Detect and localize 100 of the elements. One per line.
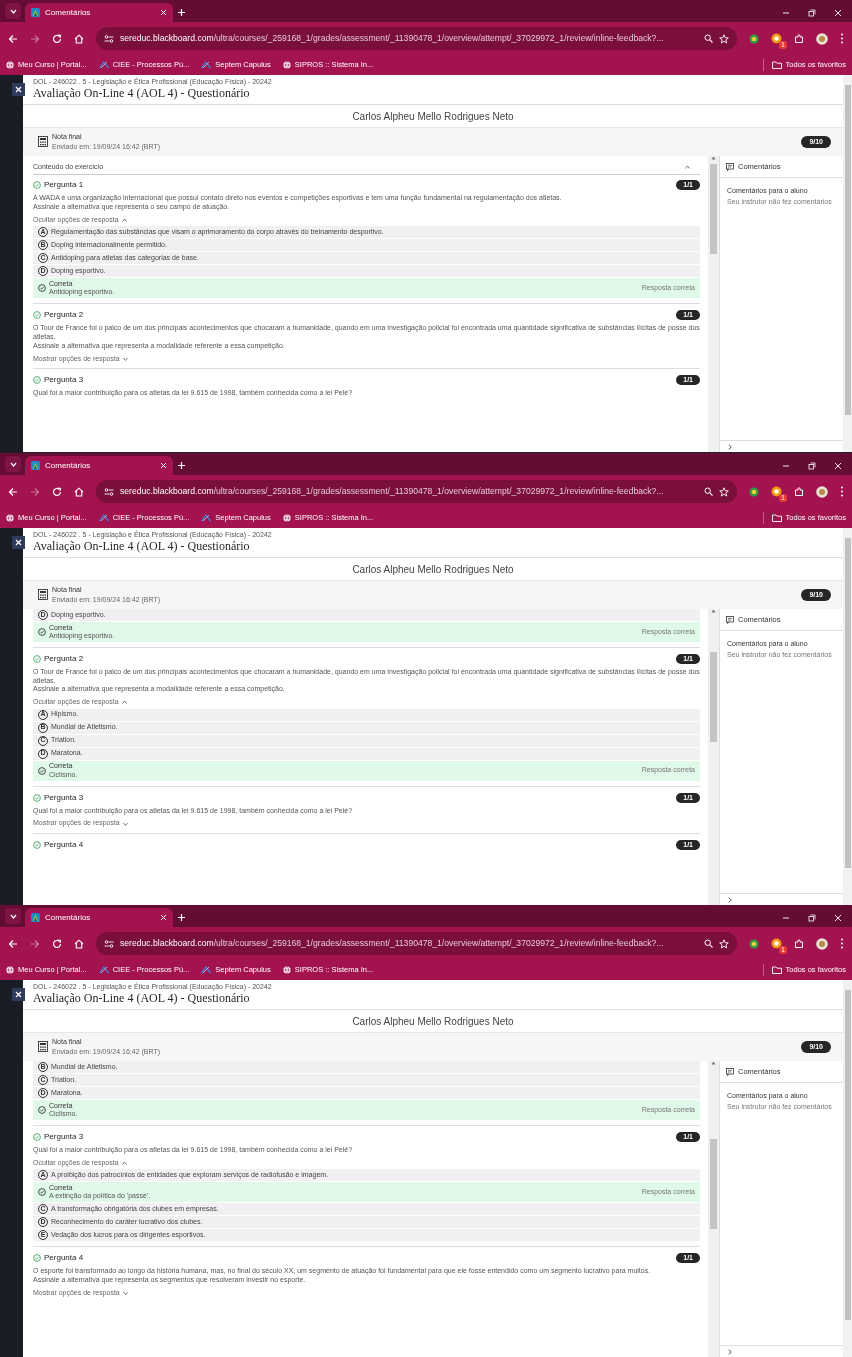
scroll-thumb[interactable] xyxy=(710,164,717,254)
tab-search-button[interactable] xyxy=(5,908,21,924)
globe-icon xyxy=(6,966,14,974)
star-icon[interactable] xyxy=(719,486,729,497)
extension-icon[interactable] xyxy=(749,486,759,497)
minimize-button[interactable] xyxy=(782,462,790,470)
back-button[interactable] xyxy=(8,938,18,949)
calculator-icon xyxy=(38,1041,48,1053)
close-icon xyxy=(15,991,22,998)
extensions-button[interactable] xyxy=(794,486,804,497)
back-button[interactable] xyxy=(8,486,18,497)
site-favicon xyxy=(31,461,40,470)
extension-icon[interactable] xyxy=(749,938,759,949)
tab-search-button[interactable] xyxy=(5,456,21,472)
new-tab-button[interactable] xyxy=(177,8,186,17)
collapse-button[interactable] xyxy=(685,165,690,170)
expand-button[interactable] xyxy=(728,443,732,450)
scrollbar[interactable] xyxy=(843,75,852,452)
question-title: Pergunta 3 xyxy=(44,791,84,804)
home-button[interactable] xyxy=(74,938,84,949)
restore-button[interactable] xyxy=(808,9,816,17)
scrollbar[interactable] xyxy=(843,528,852,905)
question-title: Pergunta 3 xyxy=(44,374,84,386)
comment-icon xyxy=(726,1067,734,1076)
scroll-thumb[interactable] xyxy=(844,85,851,415)
address-bar[interactable]: sereduc.blackboard.com/ultra/courses/_259168_1/grades/assessment/_11390478_1/overview/attempt/_37029972_1/review/inline-feedback?... xyxy=(96,932,737,955)
page-title: Avaliação On-Line 4 (AOL 4) - Questionário xyxy=(33,539,251,555)
zoom-icon[interactable] xyxy=(704,34,713,43)
folder-icon xyxy=(771,61,782,69)
extension-icon[interactable] xyxy=(771,486,782,497)
close-window-button[interactable] xyxy=(834,462,842,470)
close-window-button[interactable] xyxy=(834,9,842,17)
menu-button[interactable] xyxy=(840,938,844,949)
close-tab-button[interactable] xyxy=(160,914,167,921)
logo-icon xyxy=(98,966,109,974)
site-settings-icon[interactable] xyxy=(104,487,114,496)
address-bar[interactable]: sereduc.blackboard.com/ultra/courses/_259168_1/grades/assessment/_11390478_1/overview/attempt/_37029972_1/review/inline-feedback?... xyxy=(96,480,737,503)
new-tab-button[interactable] xyxy=(177,913,186,922)
menu-button[interactable] xyxy=(840,33,844,44)
close-button[interactable] xyxy=(12,83,25,96)
caret-icon xyxy=(9,913,17,919)
address-bar[interactable]: sereduc.blackboard.com/ultra/courses/_259168_1/grades/assessment/_11390478_1/overview/attempt/_37029972_1/review/inline-feedback?... xyxy=(96,27,737,50)
extension-icon[interactable] xyxy=(771,938,782,949)
scroll-thumb[interactable] xyxy=(710,652,717,742)
check-circle-icon xyxy=(38,628,46,636)
globe-icon xyxy=(282,514,291,522)
logo-icon xyxy=(98,61,109,69)
scrollbar[interactable] xyxy=(708,1061,719,1357)
restore-button[interactable] xyxy=(808,462,816,470)
expand-button[interactable] xyxy=(728,896,732,903)
close-window-button[interactable] xyxy=(834,914,842,922)
close-icon xyxy=(15,539,22,546)
profile-avatar[interactable] xyxy=(816,32,828,45)
extension-icon[interactable] xyxy=(749,33,759,44)
profile-avatar[interactable] xyxy=(816,485,828,498)
comment-icon xyxy=(726,615,734,624)
reload-button[interactable] xyxy=(52,938,62,949)
star-icon[interactable] xyxy=(719,33,729,44)
logo-icon xyxy=(201,514,212,522)
browser-tab[interactable]: Comentários xyxy=(25,456,173,475)
profile-avatar[interactable] xyxy=(816,937,828,950)
tab-search-button[interactable] xyxy=(5,3,21,19)
extensions-button[interactable] xyxy=(794,33,804,44)
back-button[interactable] xyxy=(8,33,18,44)
check-circle-icon xyxy=(38,284,46,293)
menu-button[interactable] xyxy=(840,486,844,497)
page-title: Avaliação On-Line 4 (AOL 4) - Questionário xyxy=(33,86,251,102)
scroll-thumb[interactable] xyxy=(844,538,851,868)
caret-icon xyxy=(9,461,17,467)
minimize-button[interactable] xyxy=(782,914,790,922)
close-button[interactable] xyxy=(12,536,25,549)
extensions-button[interactable] xyxy=(794,938,804,949)
minimize-button[interactable] xyxy=(782,9,790,17)
reload-button[interactable] xyxy=(52,486,62,497)
check-circle-icon xyxy=(38,1106,46,1114)
star-icon[interactable] xyxy=(719,938,729,949)
question-title: Pergunta 2 xyxy=(44,653,84,665)
close-tab-button[interactable] xyxy=(160,462,167,469)
browser-tab[interactable]: Comentários xyxy=(25,3,173,22)
scrollbar[interactable] xyxy=(708,609,719,905)
zoom-icon[interactable] xyxy=(704,939,713,948)
zoom-icon[interactable] xyxy=(704,487,713,496)
scroll-thumb[interactable] xyxy=(710,1139,717,1229)
scrollbar[interactable] xyxy=(843,980,852,1357)
close-tab-button[interactable] xyxy=(160,9,167,16)
scroll-thumb[interactable] xyxy=(844,990,851,1320)
new-tab-button[interactable] xyxy=(177,461,186,470)
globe-icon xyxy=(282,966,291,974)
expand-button[interactable] xyxy=(728,1348,732,1355)
home-button[interactable] xyxy=(74,33,84,44)
reload-button[interactable] xyxy=(52,33,62,44)
restore-button[interactable] xyxy=(808,914,816,922)
home-button[interactable] xyxy=(74,486,84,497)
close-button[interactable] xyxy=(12,988,25,1001)
check-circle-icon xyxy=(38,1188,46,1197)
extension-icon[interactable] xyxy=(771,33,782,44)
browser-tab[interactable]: Comentários xyxy=(25,908,173,927)
scrollbar[interactable] xyxy=(708,156,719,452)
site-settings-icon[interactable] xyxy=(104,34,114,43)
site-settings-icon[interactable] xyxy=(104,939,114,948)
